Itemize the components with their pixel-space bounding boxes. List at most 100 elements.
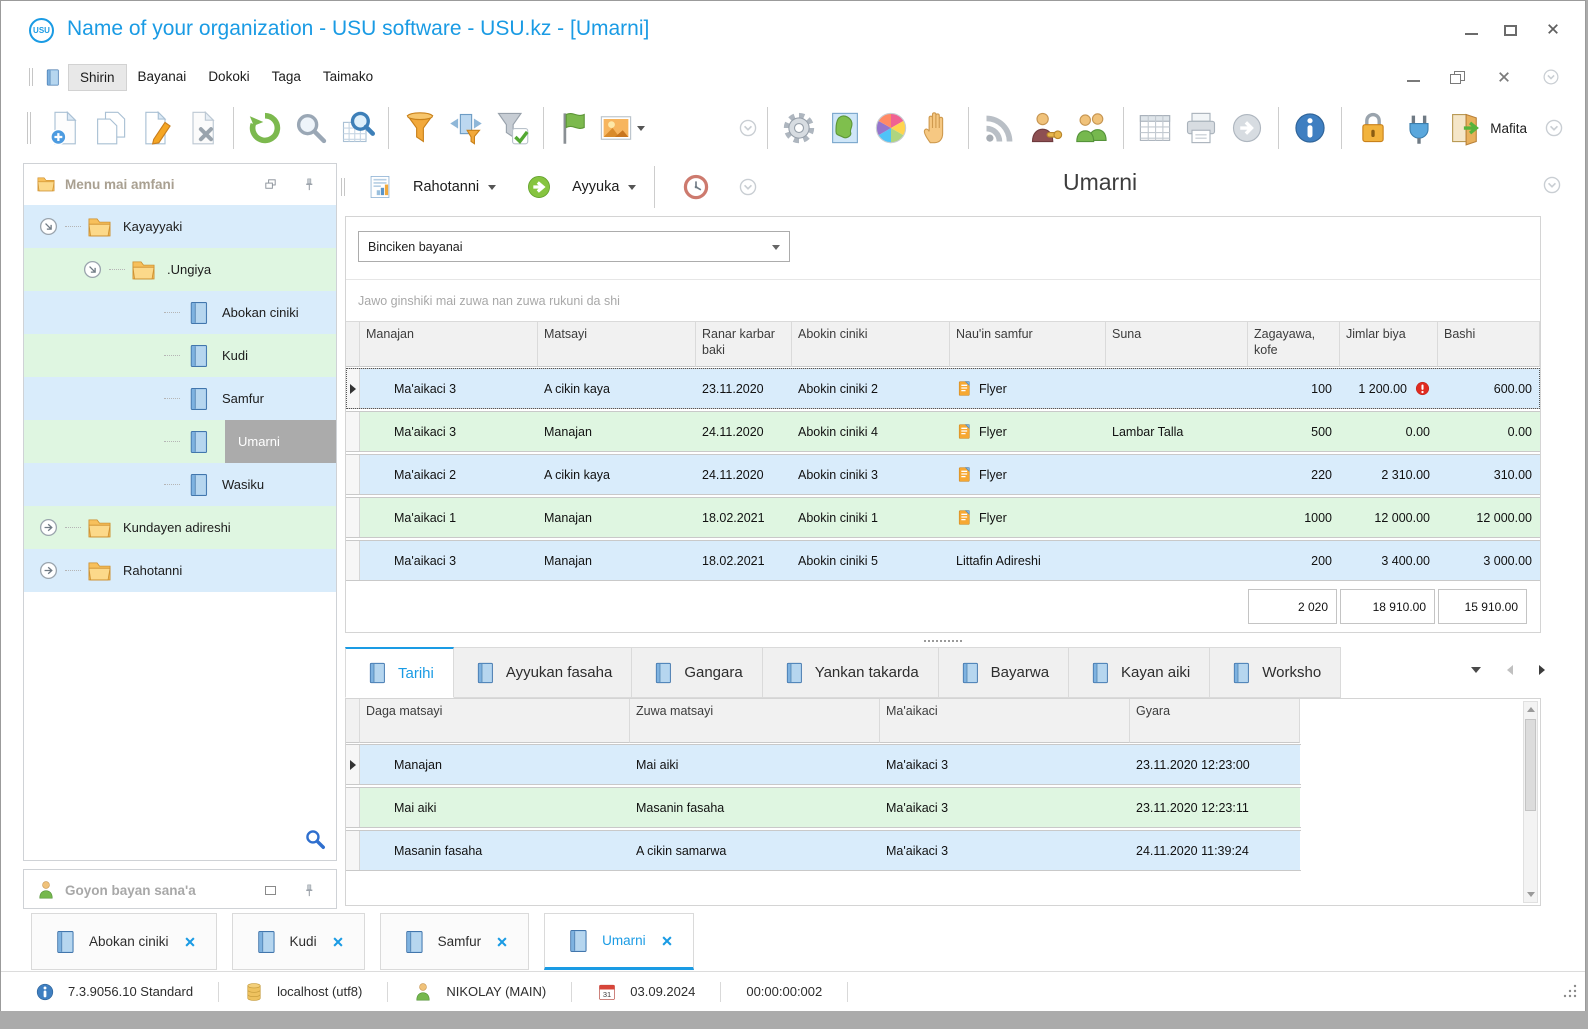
mdi-close-button[interactable] (1498, 71, 1511, 84)
printer-button[interactable] (1178, 106, 1224, 150)
sidebar-item-abokan-ciniki[interactable]: Abokan ciniki (24, 291, 336, 334)
combo-dropdown-icon[interactable] (772, 245, 780, 250)
expand-icon[interactable] (38, 560, 59, 581)
column-header-ranar-karbar-baki[interactable]: Ranar karbar baki (696, 321, 792, 367)
tab-tarihi[interactable]: Tarihi (345, 647, 454, 698)
clock-icon[interactable] (673, 165, 719, 209)
table-row[interactable]: Ma'aikaci 3 Manajan 24.11.2020 Abokin cinik… (346, 411, 1540, 452)
document-tab-umarni[interactable]: Umarni (544, 913, 694, 970)
sidebar-item-kudi[interactable]: Kudi (24, 334, 336, 377)
toolbar-overflow-chevron-icon[interactable] (1543, 117, 1565, 139)
menu-item-bayanai[interactable]: Bayanai (127, 64, 198, 91)
table-row[interactable]: Ma'aikaci 2A cikin kaya 24.11.2020 Abokin … (346, 454, 1540, 495)
image-button[interactable] (598, 106, 645, 150)
scroll-up-icon[interactable] (1524, 702, 1537, 717)
menu-item-dokoki[interactable]: Dokoki (197, 64, 260, 91)
column-header-suna[interactable]: Suna (1106, 321, 1248, 367)
actions-icon[interactable] (516, 165, 562, 209)
table-row[interactable]: Ma'aikaci 1 Manajan 18.02.2021 Abokin cinik… (346, 497, 1540, 538)
rss-button[interactable] (977, 106, 1023, 150)
sidebar-item-kayayyaki[interactable]: Kayayyaki (24, 205, 336, 248)
toolbar-drag-handle[interactable] (27, 112, 31, 144)
reports-icon[interactable] (357, 165, 403, 209)
menu-item-taimako[interactable]: Taimako (312, 64, 384, 91)
close-button[interactable] (1547, 23, 1561, 37)
column-header-nau-in-samfur[interactable]: Nau'in samfur (950, 321, 1106, 367)
sidebar-item-umarni[interactable]: Umarni (24, 420, 336, 463)
search-grid-button[interactable] (334, 106, 380, 150)
go-gray-button[interactable] (1224, 106, 1270, 150)
column-header-ma-aikaci[interactable]: Ma'aikaci (880, 699, 1130, 743)
tab-scroll-left-icon[interactable] (1507, 665, 1513, 675)
minimize-button[interactable] (1465, 33, 1478, 35)
info-button[interactable] (1287, 106, 1333, 150)
column-header-jimlar-biya[interactable]: Jimlar biya (1340, 321, 1438, 367)
search-combo[interactable]: Binciken bayanai (358, 231, 790, 262)
exit-button[interactable] (1442, 106, 1488, 150)
sidebar-item-samfur[interactable]: Samfur (24, 377, 336, 420)
document-tab-samfur[interactable]: Samfur (379, 913, 530, 970)
expand-icon[interactable] (38, 517, 59, 538)
scrollbar-thumb[interactable] (1525, 719, 1536, 811)
column-header-daga-matsayi[interactable]: Daga matsayi (360, 699, 630, 743)
column-header-matsayi[interactable]: Matsayi (538, 321, 696, 367)
resize-grip[interactable] (1563, 984, 1577, 998)
filter-button[interactable] (397, 106, 443, 150)
tree-search-icon[interactable] (304, 828, 326, 850)
toolbar-overflow-chevron-icon[interactable] (737, 176, 759, 198)
document-tab-kudi[interactable]: Kudi (231, 913, 365, 970)
refresh-button[interactable] (242, 106, 288, 150)
map-button[interactable] (822, 106, 868, 150)
filter-columns-button[interactable] (443, 106, 489, 150)
colors-button[interactable] (868, 106, 914, 150)
exit-button-label[interactable]: Mafita (1490, 121, 1527, 136)
table-row[interactable]: Manajan Mai aiki Ma'aikaci 3 23.11.2020 12:… (346, 744, 1301, 785)
tab-scroll-right-icon[interactable] (1539, 665, 1545, 675)
view-toolbar-drag-handle[interactable] (341, 178, 345, 196)
float-panel-icon[interactable] (255, 177, 285, 192)
toolbar-overflow-chevron-icon[interactable] (737, 117, 759, 139)
mdi-menu-chevron-icon[interactable] (1541, 67, 1561, 87)
sidebar-item-ungiya[interactable]: .Ungiya (24, 248, 336, 291)
sidebar-item-rahotanni[interactable]: Rahotanni (24, 549, 336, 592)
column-header-gyara[interactable]: Gyara (1130, 699, 1300, 743)
column-header-zuwa-matsayi[interactable]: Zuwa matsayi (630, 699, 880, 743)
maximize-panel-icon[interactable] (255, 885, 285, 895)
filter-check-button[interactable] (489, 106, 535, 150)
table-row[interactable]: Ma'aikaci 3A cikin kaya 23.11.2020 Abokin … (346, 368, 1540, 409)
tab-worksho[interactable]: Worksho (1210, 647, 1342, 698)
users-button[interactable] (1069, 106, 1115, 150)
menu-item-taga[interactable]: Taga (261, 64, 312, 91)
tab-gangara[interactable]: Gangara (632, 647, 763, 698)
tab-yankan-takarda[interactable]: Yankan takarda (762, 647, 939, 698)
doc-copy-button[interactable] (87, 106, 133, 150)
hand-button[interactable] (914, 106, 960, 150)
doc-new-button[interactable] (41, 106, 87, 150)
tab-kayan-aiki[interactable]: Kayan aiki (1069, 647, 1211, 698)
actions-menu-label[interactable]: Ayyuka (572, 179, 619, 195)
pin-panel-icon[interactable] (294, 177, 324, 192)
scroll-down-icon[interactable] (1524, 887, 1537, 902)
reports-menu-label[interactable]: Rahotanni (413, 179, 479, 195)
doc-delete-button[interactable] (179, 106, 225, 150)
mdi-minimize-button[interactable] (1407, 80, 1420, 82)
flag-button[interactable] (552, 106, 598, 150)
column-header-zagayawa-kofe[interactable]: Zagayawa, kofe (1248, 321, 1340, 367)
image-dropdown-caret-icon[interactable] (636, 125, 645, 131)
title-row-chevron-icon[interactable] (1541, 174, 1563, 196)
close-tab-icon[interactable] (184, 936, 196, 948)
sidebar-item-kundayen-adireshi[interactable]: Kundayen adireshi (24, 506, 336, 549)
search-button[interactable] (288, 106, 334, 150)
mdi-restore-button[interactable] (1450, 71, 1465, 84)
close-tab-icon[interactable] (661, 935, 673, 947)
close-tab-icon[interactable] (332, 936, 344, 948)
tab-ayyukan-fasaha[interactable]: Ayyukan fasaha (453, 647, 633, 698)
lock-button[interactable] (1350, 106, 1396, 150)
column-header-abokin-ciniki[interactable]: Abokin ciniki (792, 321, 950, 367)
column-header-manajan[interactable]: Manajan (360, 321, 538, 367)
collapse-icon[interactable] (38, 216, 59, 237)
history-scrollbar[interactable] (1523, 701, 1538, 903)
gear-button[interactable] (776, 106, 822, 150)
column-header-bashi[interactable]: Bashi (1438, 321, 1540, 367)
maximize-button[interactable] (1504, 24, 1517, 36)
